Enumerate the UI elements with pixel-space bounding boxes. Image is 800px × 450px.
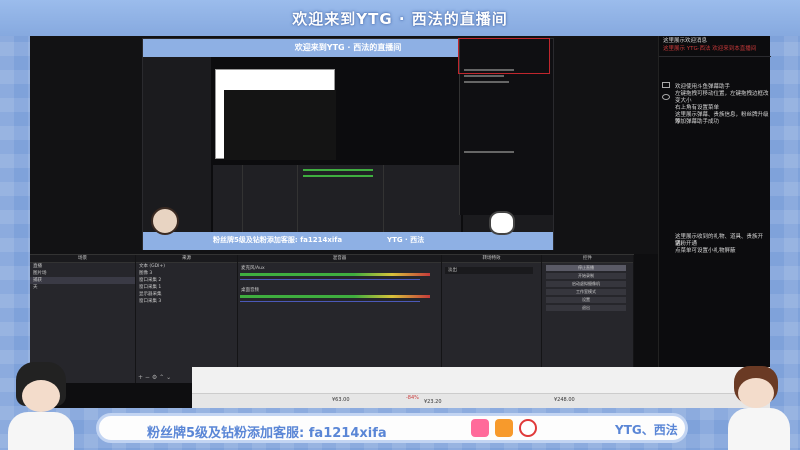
chat-message: 左键拖拽可移动位置，左键拖拽边框改 <box>675 91 769 97</box>
chat-toolbar <box>659 76 673 116</box>
volume-meter <box>240 273 430 276</box>
settings-icon[interactable] <box>662 94 670 100</box>
source-item[interactable]: 显示器采集 <box>136 291 237 298</box>
exit-button[interactable]: 退出 <box>546 305 626 311</box>
transitions-dock: 转场特效 淡出 <box>442 255 542 383</box>
chat-icon[interactable] <box>662 82 670 88</box>
gift-message: 点菜单可设置小礼物屏蔽 <box>675 248 736 254</box>
obs-docks: 场景 直播 图片场 捕获 天 + − ⌃ ⌄ 来源 文本 (GDI+) 图像 3… <box>30 254 634 383</box>
volume-meter <box>240 295 430 298</box>
top-banner: 欢迎来到YTG · 西法的直播间 <box>0 0 800 36</box>
discount-label: -84% <box>406 395 419 401</box>
mixer-dock: 混音器 麦克风/Aux 桌面音频 <box>238 255 442 383</box>
add-source-button[interactable]: + − ⚙ ⌃ ⌄ <box>138 374 171 381</box>
bottom-banner: 粉丝牌5级及钻粉添加客服: fa1214xifa YTG、西法 <box>96 413 688 443</box>
streamer-avatar <box>0 362 80 450</box>
sources-header: 来源 <box>136 255 237 263</box>
stop-stream-button[interactable]: 停止直播 <box>546 265 626 271</box>
source-item[interactable]: 文本 (GDI+) <box>136 263 237 270</box>
nested-window <box>215 69 336 160</box>
record-button[interactable]: 开始录制 <box>546 273 626 279</box>
studio-mode-button[interactable]: 工作室模式 <box>546 289 626 295</box>
mixer-track-label: 桌面音频 <box>241 288 259 293</box>
chat-divider <box>659 56 771 57</box>
price-label: ¥63.00 <box>332 397 350 403</box>
weibo-icon <box>519 419 537 437</box>
chat-message: 右上角有设置菜单 <box>675 105 720 111</box>
scene-item[interactable]: 图片场 <box>30 270 135 277</box>
fan-badge-icon <box>495 419 513 437</box>
preview-bottom-banner: 粉丝牌5级及钻粉添加客服: fa1214xifa YTG · 西法 <box>143 232 553 250</box>
source-item[interactable]: 窗口采集 2 <box>136 277 237 284</box>
transitions-header: 转场特效 <box>442 255 541 263</box>
nested-obs-docks <box>213 165 461 235</box>
chat-message: 添加弹幕助手成功 <box>675 119 720 125</box>
controls-header: 控件 <box>542 255 633 263</box>
preview-bottom-text: 粉丝牌5级及钻粉添加客服: fa1214xifa <box>213 236 343 244</box>
screen-capture: 欢迎来到YTG · 西法的直播间 粉丝牌5级及钻粉添加客服: fa1214xif… <box>30 36 771 408</box>
bottom-banner-text: 粉丝牌5级及钻粉添加客服: fa1214xifa <box>147 426 387 441</box>
settings-button[interactable]: 设置 <box>546 297 626 303</box>
controls-dock: 控件 停止直播 开始录制 启动虚拟摄像机 工作室模式 设置 退出 <box>542 255 634 383</box>
price-label: ¥23.20 <box>424 399 442 405</box>
streamer-avatar <box>720 362 800 450</box>
scene-item[interactable]: 捕获 <box>30 277 135 284</box>
scene-item[interactable]: 直播 <box>30 263 135 270</box>
preview-bottom-right: YTG · 西法 <box>387 236 425 244</box>
chat-message: 变大小 <box>675 98 692 104</box>
mixer-track-label: 麦克风/Aux <box>241 266 265 271</box>
stream-overlay: 欢迎来到YTG · 西法的直播间 欢迎来到YTG · 西法的直播间 粉丝牌5级及… <box>0 0 800 450</box>
selection-box <box>458 38 550 74</box>
transition-select[interactable]: 淡出 <box>445 267 533 274</box>
top-banner-title: 欢迎来到YTG · 西法的直播间 <box>292 10 508 28</box>
gift-message: 钻粉开通 <box>675 241 698 247</box>
source-item[interactable]: 窗口采集 1 <box>136 284 237 291</box>
volume-slider[interactable] <box>240 301 420 302</box>
source-item[interactable]: 图像 3 <box>136 270 237 277</box>
sources-dock: 来源 文本 (GDI+) 图像 3 窗口采集 2 窗口采集 1 显示器采集 窗口… <box>136 255 238 383</box>
taskbar-strip <box>192 393 770 408</box>
dog-avatar <box>489 211 515 235</box>
source-item[interactable]: 窗口采集 3 <box>136 298 237 305</box>
bilibili-icon <box>471 419 489 437</box>
chat-message: 这里展示 YTG·西法 欢迎来到本直播间 <box>663 46 757 52</box>
virtual-camera-button[interactable]: 启动虚拟摄像机 <box>546 281 626 287</box>
stream-preview-panel: 欢迎来到YTG · 西法的直播间 粉丝牌5级及钻粉添加客服: fa1214xif… <box>30 36 658 254</box>
preview-screen <box>211 57 463 237</box>
nested-preview <box>224 90 336 160</box>
mixer-header: 混音器 <box>238 255 441 263</box>
chat-message: 这里展示欢迎消息 <box>663 38 708 44</box>
danmu-chat-panel: 这里展示欢迎消息 这里展示 YTG·西法 欢迎来到本直播间 欢迎使用斗鱼弹幕助手… <box>658 36 771 408</box>
taskbar: ¥63.00 -84% ¥23.20 ¥248.00 <box>192 367 770 408</box>
scenes-header: 场景 <box>30 255 135 263</box>
price-label: ¥248.00 <box>554 397 575 403</box>
scene-item[interactable]: 天 <box>30 284 135 291</box>
character-avatar <box>151 207 179 235</box>
chat-message: 欢迎使用斗鱼弹幕助手 <box>675 84 731 90</box>
volume-slider[interactable] <box>240 279 420 280</box>
bottom-banner-handle: YTG、西法 <box>615 423 678 437</box>
